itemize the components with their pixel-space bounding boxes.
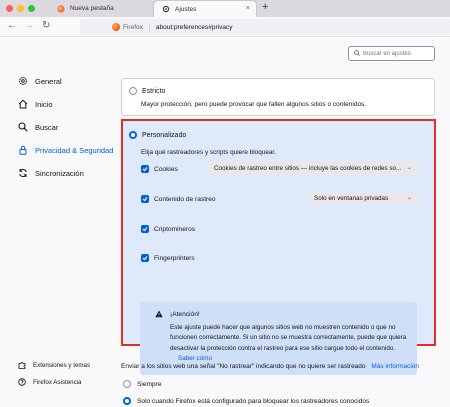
sidebar-item-extensions[interactable]: Extensiones y temas — [18, 361, 90, 369]
sidebar-item-support[interactable]: Firefox Asistencia — [18, 378, 82, 386]
search-icon — [18, 122, 28, 132]
sidebar-item-label: Extensiones y temas — [33, 361, 91, 369]
sidebar-item-privacy[interactable]: Privacidad & Seguridad — [18, 145, 113, 155]
chevron-down-icon: ⌄ — [406, 165, 412, 171]
warning-icon — [155, 310, 163, 320]
home-icon — [18, 99, 28, 109]
strict-title: Estricto — [142, 87, 166, 95]
gear-icon — [19, 77, 27, 85]
strict-option-card[interactable]: Estricto Mayor protección, pero puede pr… — [121, 78, 435, 116]
warning-text: Este ajuste puede hacer que algunos siti… — [170, 323, 416, 364]
gear-icon — [162, 5, 170, 13]
dnt-known-trackers-radio[interactable] — [123, 397, 131, 405]
tracking-content-label: Contenido de rastreo — [154, 195, 216, 203]
custom-option[interactable]: Personalizado — [129, 131, 186, 139]
sidebar-item-home[interactable]: Inicio — [18, 99, 53, 109]
fingerprinters-checkbox[interactable] — [141, 254, 149, 262]
custom-radio[interactable] — [129, 131, 137, 139]
tab-settings[interactable]: Ajustes × — [154, 1, 256, 17]
strict-description: Mayor protección, pero puede provocar qu… — [141, 101, 367, 108]
learn-how-link[interactable]: Saber cómo — [178, 355, 212, 362]
sidebar-item-label: Firefox Asistencia — [33, 378, 82, 386]
cookies-checkbox[interactable] — [141, 165, 149, 173]
minimize-window-button[interactable] — [17, 5, 24, 12]
cryptominers-option[interactable]: Criptomineros — [141, 225, 195, 233]
back-button[interactable]: ← — [7, 20, 17, 31]
search-icon — [354, 49, 360, 58]
close-window-button[interactable] — [6, 5, 13, 12]
tab-strip: Nueva pestaña Ajustes × + — [0, 0, 450, 17]
sync-icon — [19, 168, 27, 178]
strict-radio[interactable] — [129, 87, 137, 95]
lock-icon — [19, 145, 27, 155]
sidebar-item-label: Privacidad & Seguridad — [35, 145, 114, 155]
sidebar-item-label: Buscar — [35, 122, 59, 132]
custom-option-card[interactable]: Personalizado Elija qué rastreadores y s… — [121, 119, 436, 375]
more-info-link[interactable]: Más información — [371, 363, 419, 370]
url-bar[interactable]: Firefox about:preferences#privacy — [80, 19, 450, 35]
sidebar-item-sync[interactable]: Sincronización — [18, 168, 84, 178]
custom-title: Personalizado — [142, 131, 187, 139]
sidebar-item-label: General — [35, 76, 62, 86]
url-text: about:preferences#privacy — [155, 23, 233, 31]
cookies-option[interactable]: Cookies — [141, 165, 178, 173]
reload-button[interactable]: ↻ — [42, 20, 50, 31]
firefox-icon — [112, 23, 120, 31]
cryptominers-label: Criptomineros — [154, 225, 196, 233]
search-input[interactable] — [363, 50, 434, 57]
tracking-content-option[interactable]: Contenido de rastreo — [141, 195, 216, 203]
preferences-page: General Inicio Buscar Privacidad & Segur… — [0, 38, 450, 407]
tracking-content-checkbox[interactable] — [141, 195, 149, 203]
warning-title: ¡Atención! — [170, 311, 200, 318]
cookies-select[interactable]: Cookies de rastreo entre sitios — incluy… — [207, 161, 418, 175]
dnt-always-radio[interactable] — [123, 380, 131, 388]
sidebar-item-general[interactable]: General — [18, 76, 62, 86]
custom-description: Elija qué rastreadores y scripts quiere … — [141, 149, 276, 156]
navigation-bar: ← → ↻ Firefox about:preferences#privacy — [0, 17, 450, 37]
url-brand: Firefox — [123, 23, 150, 31]
puzzle-icon — [18, 362, 26, 369]
dnt-text: Enviar a los sitios web una señal "No ra… — [121, 363, 366, 370]
cookies-select-value: Cookies de rastreo entre sitios — incluy… — [214, 164, 402, 172]
close-tab-icon[interactable]: × — [246, 5, 250, 12]
firefox-icon — [57, 4, 65, 13]
fingerprinters-label: Fingerprinters — [154, 254, 195, 262]
cryptominers-checkbox[interactable] — [141, 225, 149, 233]
tracking-content-select-value: Solo en ventanas privadas — [314, 194, 389, 202]
dnt-option-always[interactable]: Siempre — [123, 380, 162, 388]
warning-body: Este ajuste puede hacer que algunos siti… — [170, 324, 407, 352]
maximize-window-button[interactable] — [28, 5, 35, 12]
tab-label: Nueva pestaña — [70, 5, 114, 12]
dnt-known-trackers-label: Solo cuando Firefox está configurado par… — [137, 397, 370, 405]
strict-option[interactable]: Estricto — [129, 87, 165, 95]
new-tab-button[interactable]: + — [262, 1, 268, 13]
tab-new-tab[interactable]: Nueva pestaña — [49, 0, 151, 17]
tracking-content-select[interactable]: Solo en ventanas privadas ⌄ — [307, 191, 418, 205]
do-not-track-description: Enviar a los sitios web una señal "No ra… — [121, 363, 419, 370]
forward-button[interactable]: → — [24, 20, 34, 31]
chevron-down-icon: ⌄ — [406, 195, 412, 201]
sidebar-item-label: Inicio — [35, 99, 53, 109]
cookies-label: Cookies — [154, 165, 178, 173]
help-icon — [18, 378, 26, 386]
sidebar-item-label: Sincronización — [35, 168, 84, 178]
sidebar-item-search[interactable]: Buscar — [18, 122, 58, 132]
settings-search[interactable] — [348, 46, 435, 61]
fingerprinters-option[interactable]: Fingerprinters — [141, 254, 195, 262]
dnt-option-known-trackers[interactable]: Solo cuando Firefox está configurado par… — [123, 397, 369, 405]
tab-label: Ajustes — [175, 5, 197, 13]
dnt-always-label: Siempre — [137, 380, 162, 388]
